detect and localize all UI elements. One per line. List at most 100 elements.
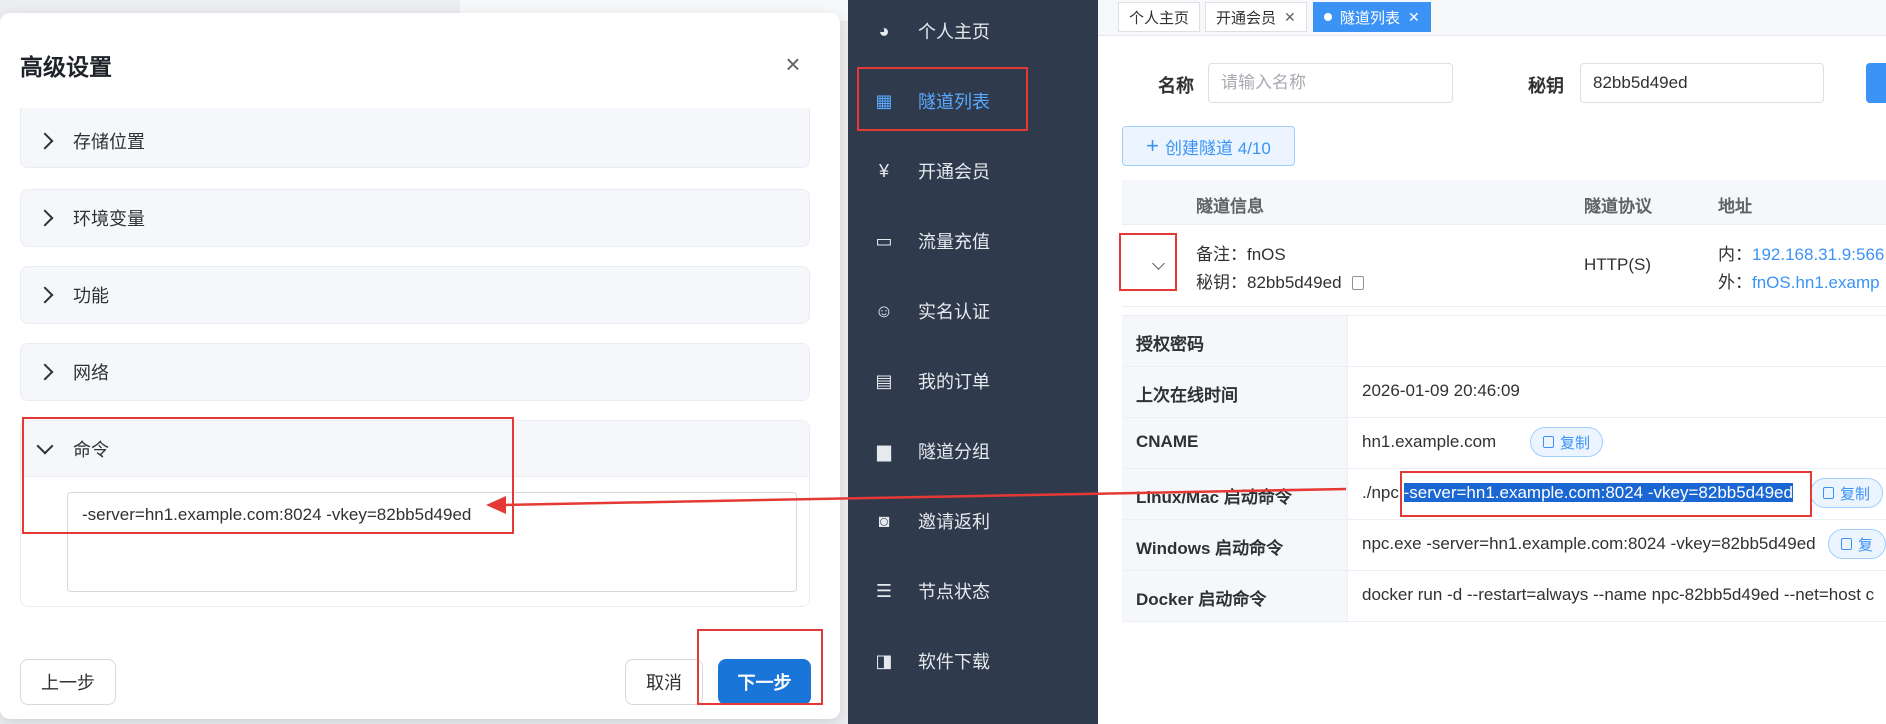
outer-address: 外：fnOS.hn1.examp	[1718, 268, 1880, 293]
command-prefix: ./npc	[1362, 483, 1404, 502]
inner-address-link[interactable]: 192.168.31.9:566	[1752, 245, 1884, 264]
detail-value[interactable]: ./npc -server=hn1.example.com:8024 -vkey…	[1362, 483, 1793, 503]
section-label: 网络	[73, 363, 109, 383]
detail-row: Windows 启动命令 npc.exe -server=hn1.example…	[1122, 520, 1886, 571]
download-icon: ◨	[875, 650, 893, 671]
tab-membership[interactable]: 开通会员 ✕	[1205, 2, 1307, 32]
column-header: 地址	[1718, 197, 1752, 216]
sidebar-item-label: 流量充值	[918, 232, 990, 252]
key-input[interactable]	[1580, 63, 1824, 103]
section-header[interactable]: 网络	[21, 344, 809, 400]
sidebar-item-label: 个人主页	[918, 22, 990, 42]
selected-command-text[interactable]: -server=hn1.example.com:8024 -vkey=82bb5…	[1403, 483, 1793, 502]
sidebar-item-label: 我的订单	[918, 372, 990, 392]
sidebar-item-download[interactable]: ◨ 软件下载	[848, 633, 1098, 689]
detail-key: Docker 启动命令	[1122, 571, 1348, 621]
command-textarea[interactable]: -server=hn1.example.com:8024 -vkey=82bb5…	[67, 492, 797, 592]
dialog-title: 高级设置	[20, 54, 112, 80]
copy-icon	[1543, 436, 1554, 448]
tunnel-key-text: 秘钥：82bb5d49ed	[1196, 273, 1342, 292]
section-storage[interactable]: 存储位置	[20, 108, 810, 168]
chevron-down-icon	[36, 437, 54, 454]
tunnel-protocol: HTTP(S)	[1584, 255, 1652, 274]
detail-row: CNAME hn1.example.com 复制	[1122, 418, 1886, 469]
name-label: 名称	[1158, 76, 1194, 96]
table-header: 隧道信息 隧道协议 地址	[1122, 180, 1886, 225]
sidebar-item-membership[interactable]: ¥ 开通会员	[848, 143, 1098, 199]
sidebar-item-home[interactable]: ◕ 个人主页	[848, 3, 1098, 59]
section-network[interactable]: 网络	[20, 343, 810, 401]
section-header[interactable]: 命令	[21, 421, 809, 477]
section-header[interactable]: 功能	[21, 267, 809, 323]
section-function[interactable]: 功能	[20, 266, 810, 324]
section-label: 命令	[73, 439, 109, 460]
detail-row: Linux/Mac 启动命令 ./npc -server=hn1.example…	[1122, 469, 1886, 520]
sidebar-item-label: 隧道分组	[918, 442, 990, 462]
sidebar-item-groups[interactable]: ▆ 隧道分组	[848, 423, 1098, 479]
outer-address-link[interactable]: fnOS.hn1.examp	[1752, 273, 1880, 292]
close-icon[interactable]: ×	[780, 51, 806, 79]
user-icon: ☺	[874, 300, 894, 321]
name-input[interactable]	[1208, 63, 1453, 103]
sidebar-item-label: 开通会员	[918, 162, 990, 182]
chevron-down-icon	[1151, 257, 1165, 270]
tab-label: 隧道列表	[1340, 9, 1401, 27]
sidebar-item-verify[interactable]: ☺ 实名认证	[848, 283, 1098, 339]
create-tunnel-button[interactable]: + 创建隧道 4/10	[1122, 126, 1295, 166]
chevron-right-icon	[36, 132, 54, 150]
monitor-icon: ▭	[875, 230, 893, 251]
copy-label: 复制	[1560, 434, 1591, 452]
sidebar-item-invite[interactable]: ◙ 邀请返利	[848, 493, 1098, 549]
tab-home[interactable]: 个人主页	[1118, 2, 1201, 32]
prev-step-button[interactable]: 上一步	[20, 659, 116, 705]
tunnel-note: 备注：fnOS	[1196, 245, 1286, 264]
chevron-right-icon	[36, 286, 54, 304]
yen-icon: ¥	[878, 160, 889, 181]
detail-value: hn1.example.com	[1362, 432, 1497, 451]
copy-icon	[1841, 538, 1852, 550]
column-header: 隧道信息	[1196, 197, 1264, 216]
copy-cname-button[interactable]: 复制	[1530, 427, 1604, 457]
tab-bar: 个人主页 开通会员 ✕ 隧道列表 ✕	[1098, 0, 1886, 36]
section-header[interactable]: 存储位置	[21, 108, 809, 168]
tab-tunnel-list[interactable]: 隧道列表 ✕	[1313, 2, 1431, 32]
detail-row: 授权密码	[1122, 316, 1886, 367]
tab-label: 开通会员	[1216, 9, 1277, 27]
gift-icon: ◙	[878, 510, 890, 531]
search-button[interactable]	[1866, 63, 1886, 103]
copy-linux-command-button[interactable]: 复制	[1810, 478, 1884, 508]
dashboard-icon: ◕	[878, 20, 890, 41]
outer-prefix: 外：	[1718, 273, 1752, 292]
details-table: 授权密码 上次在线时间 2026-01-09 20:46:09 CNAME hn…	[1122, 315, 1886, 622]
detail-key: Windows 启动命令	[1122, 520, 1348, 570]
detail-key: CNAME	[1122, 418, 1348, 468]
section-command: 命令 -server=hn1.example.com:8024 -vkey=82…	[20, 420, 810, 607]
cancel-button[interactable]: 取消	[625, 659, 703, 705]
sidebar-item-label: 节点状态	[918, 582, 990, 602]
expand-row-button[interactable]	[1148, 256, 1168, 276]
inner-address: 内：192.168.31.9:566	[1718, 240, 1884, 265]
section-env-vars[interactable]: 环境变量	[20, 189, 810, 247]
detail-row: 上次在线时间 2026-01-09 20:46:09	[1122, 367, 1886, 418]
create-tunnel-label: 创建隧道 4/10	[1165, 138, 1271, 158]
sidebar-item-label: 软件下载	[918, 652, 990, 672]
copy-icon[interactable]	[1351, 276, 1364, 290]
copy-windows-command-button[interactable]: 复	[1828, 529, 1886, 559]
copy-label: 复制	[1840, 485, 1871, 503]
sidebar-item-label: 实名认证	[918, 302, 990, 322]
detail-value: npc.exe -server=hn1.example.com:8024 -vk…	[1362, 534, 1816, 553]
table-icon: ▤	[875, 370, 893, 391]
inner-prefix: 内：	[1718, 245, 1752, 264]
list-icon: ☰	[875, 580, 893, 601]
plus-icon: +	[1146, 133, 1160, 158]
close-icon[interactable]: ✕	[1284, 9, 1296, 26]
sidebar-item-traffic[interactable]: ▭ 流量充值	[848, 213, 1098, 269]
sidebar-item-orders[interactable]: ▤ 我的订单	[848, 353, 1098, 409]
sidebar-item-tunnel-list[interactable]: ▦ 隧道列表	[848, 73, 1098, 129]
close-icon[interactable]: ✕	[1408, 9, 1420, 26]
sidebar-item-node-status[interactable]: ☰ 节点状态	[848, 563, 1098, 619]
next-step-button[interactable]: 下一步	[718, 659, 811, 705]
sidebar-item-label: 隧道列表	[918, 92, 990, 112]
chevron-right-icon	[36, 209, 54, 227]
section-header[interactable]: 环境变量	[21, 190, 809, 246]
